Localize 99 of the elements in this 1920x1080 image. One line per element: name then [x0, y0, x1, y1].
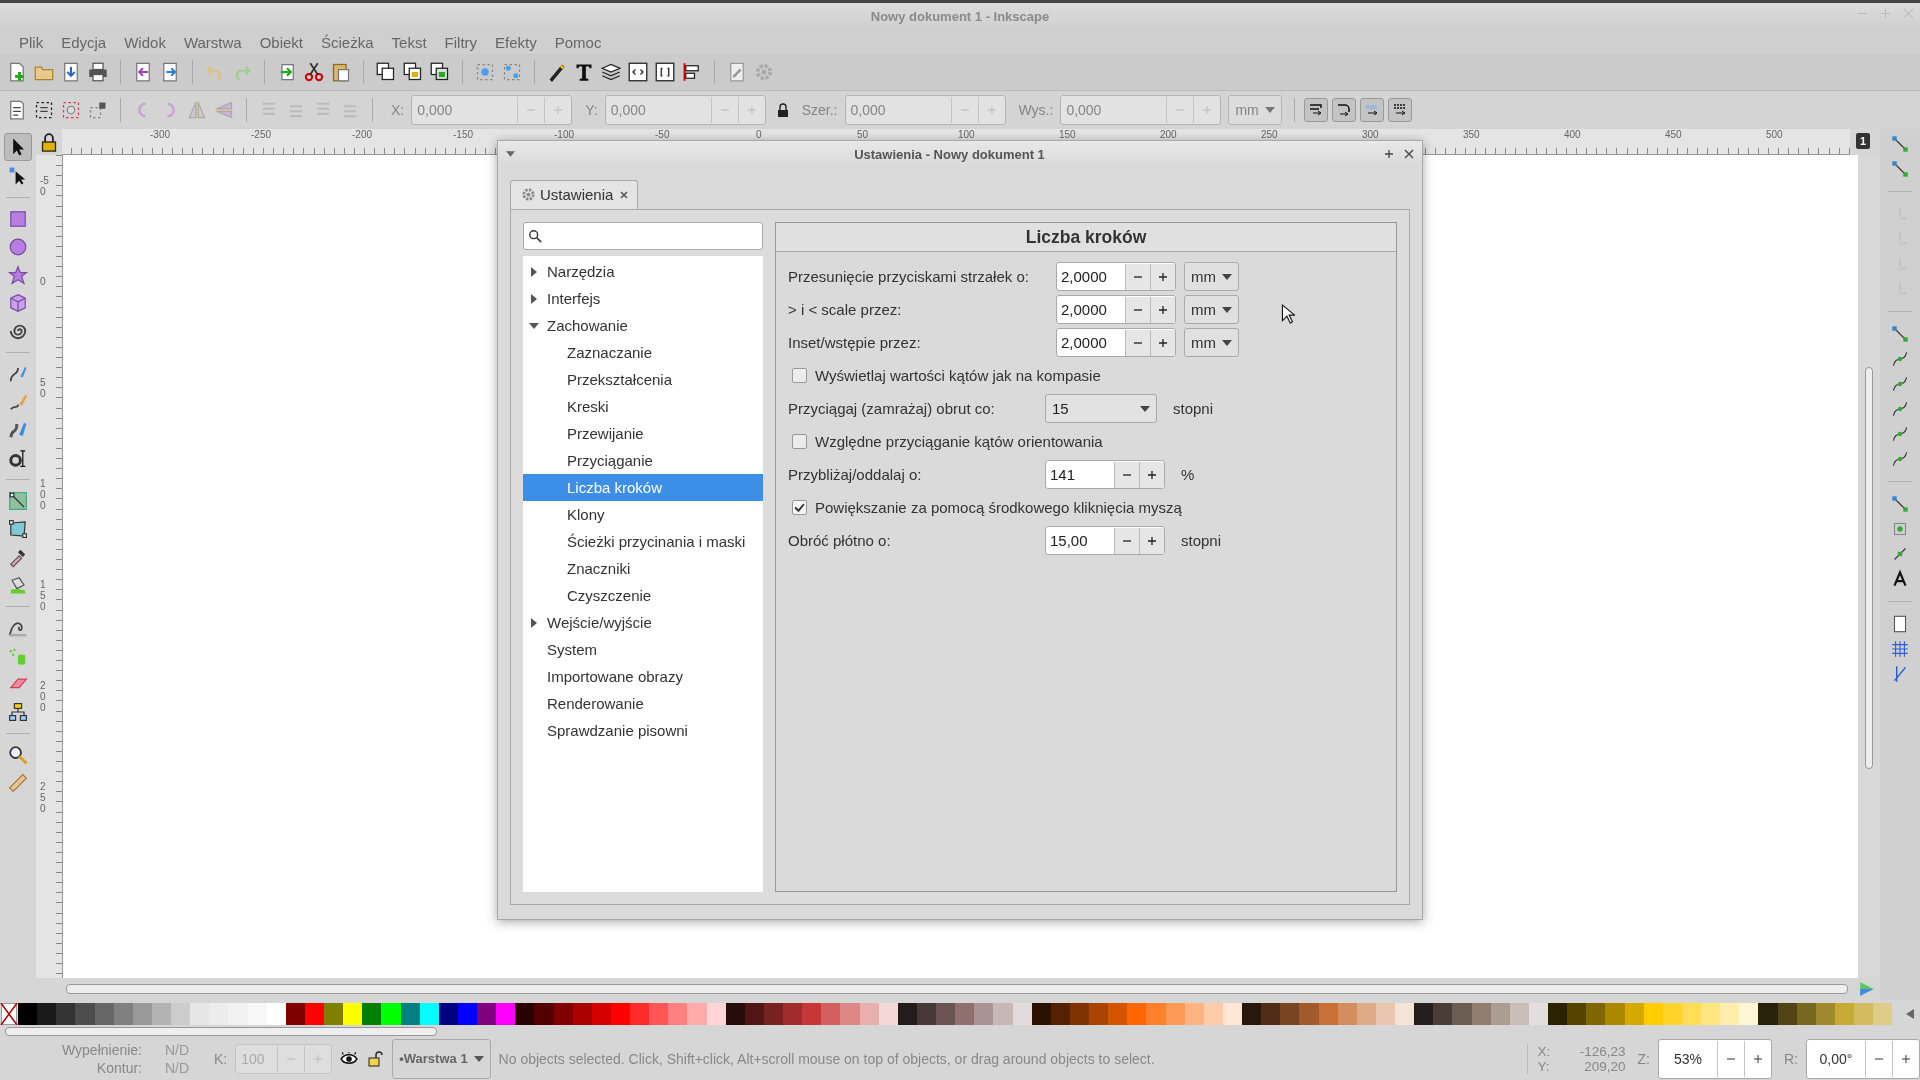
status-message: No objects selected. Click, Shift+click, Alt+scroll mouse on top of objects, or drag around objects to select. [498, 1050, 1156, 1067]
ruler-label: 100 [958, 129, 975, 140]
checkbox-label: Względne przyciąganie kątów orientowania [815, 433, 1103, 450]
y-coordinate: 209,20 [1583, 1058, 1626, 1074]
field-label: Wys.: [1018, 102, 1054, 118]
menu-item[interactable]: Widok [115, 33, 175, 51]
field-value: 2,0000 [1060, 301, 1108, 318]
field-value: 0,000 [609, 102, 647, 118]
page-number: 1 [1856, 133, 1870, 149]
tree-item[interactable]: Narzędzia [523, 258, 763, 285]
unit-dropdown[interactable]: mm [1184, 262, 1239, 291]
spin-field[interactable]: 141 [1045, 460, 1165, 489]
layer-dropdown[interactable]: •Warstwa 1 [392, 1038, 491, 1079]
ruler-label: 150 [1059, 129, 1076, 140]
unit-label: stopni [1173, 400, 1214, 417]
menu-item[interactable]: Edycja [52, 33, 116, 51]
field-value: 2,0000 [1060, 334, 1108, 351]
spin-field[interactable]: 2,0000 [1056, 262, 1176, 291]
menu-item[interactable]: Obiekt [250, 33, 313, 51]
ruler-label: -200 [352, 129, 372, 140]
field-value: 0,00° [1818, 1050, 1854, 1067]
tree-item[interactable]: Klony [523, 501, 763, 528]
field-value: 141 [1049, 466, 1077, 483]
setting-label: Przyciągaj (zamrażaj) obrut co: [788, 400, 996, 417]
tree-item[interactable]: System [523, 636, 763, 663]
fill-label: Wypełnienie: [60, 1041, 142, 1058]
tree-item[interactable]: Zachowanie [523, 312, 763, 339]
menu-item[interactable]: Pomoc [545, 33, 611, 51]
x-label: X: [1537, 1043, 1552, 1059]
field-label: Szer.: [801, 102, 838, 118]
ruler-label: -300 [150, 129, 170, 140]
spin-field[interactable]: 15,00 [1045, 526, 1165, 555]
field-value: 15,00 [1049, 532, 1089, 549]
ruler-label: -150 [453, 129, 473, 140]
opacity-label: K: [214, 1050, 228, 1067]
setting-label: Obróć płótno o: [788, 532, 892, 549]
angle-dropdown[interactable]: 15 [1045, 394, 1157, 423]
tree-item[interactable]: Zaznaczanie [523, 339, 763, 366]
menu-item[interactable]: Ścieżka [312, 33, 383, 51]
panel-heading: Liczba kroków [776, 223, 1396, 252]
tree-item[interactable]: Przyciąganie [523, 447, 763, 474]
setting-label: Inset/wstępie przez: [788, 334, 922, 351]
field-value: 2,0000 [1060, 268, 1108, 285]
tree-item[interactable]: Przekształcenia [523, 366, 763, 393]
unit-dropdown[interactable]: mm [1184, 295, 1239, 324]
setting-label: > i < scale przez: [788, 301, 903, 318]
menu-item[interactable]: Warstwa [174, 33, 251, 51]
tree-item[interactable]: Czyszczenie [523, 582, 763, 609]
tree-item[interactable]: Przewijanie [523, 420, 763, 447]
rotation-label: R: [1784, 1050, 1798, 1067]
fill-value: N/D [164, 1041, 191, 1058]
dialog-title: Ustawienia - Nowy dokument 1 [853, 146, 1046, 162]
ruler-label: -50 [40, 175, 50, 197]
field-label: Y: [585, 102, 598, 118]
y-label: Y: [1537, 1058, 1551, 1074]
stroke-label: Kontur: [95, 1059, 142, 1076]
field-value: 0,000 [416, 102, 454, 118]
ruler-label: 500 [1766, 129, 1783, 140]
menu-item[interactable]: Efekty [486, 33, 546, 51]
tree-item[interactable]: Kreski [523, 393, 763, 420]
dialog-tab[interactable]: Ustawienia [510, 180, 639, 209]
ruler-label: 0 [756, 129, 762, 140]
unit-dropdown[interactable]: mm [1184, 328, 1239, 357]
tree-item[interactable]: Interfejs [523, 285, 763, 312]
tree-item[interactable]: Ścieżki przycinania i maski [523, 528, 763, 555]
field-value: 0,000 [849, 102, 887, 118]
ruler-label: 200 [1160, 129, 1177, 140]
ruler-label: -50 [655, 129, 670, 140]
unit-label: % [1181, 466, 1195, 483]
checkbox-label: Wyświetlaj wartości kątów jak na kompasie [815, 367, 1101, 384]
window-title: Nowy dokument 1 - Inkscape [870, 9, 1050, 24]
spin-field[interactable]: 2,0000 [1056, 295, 1176, 324]
ruler-label: 300 [1362, 129, 1379, 140]
tree-item[interactable]: Wejście/wyjście [523, 609, 763, 636]
tree-item[interactable]: Sprawdzanie pisowni [523, 717, 763, 744]
ruler-label: -100 [554, 129, 574, 140]
menu-item[interactable]: Tekst [382, 33, 436, 51]
ruler-label: 350 [1463, 129, 1480, 140]
ruler-label: 50 [857, 129, 869, 140]
x-coordinate: -126,23 [1578, 1043, 1626, 1059]
ruler-label: 400 [1564, 129, 1581, 140]
ruler-label: -250 [251, 129, 271, 140]
checkbox-label: Powiększanie za pomocą środkowego kliknięcia myszą [815, 499, 1182, 516]
setting-label: Przesunięcie przyciskami strzałek o: [788, 268, 1030, 285]
menu-item[interactable]: Filtry [435, 33, 487, 51]
ruler-label: 450 [1665, 129, 1682, 140]
field-value: 53% [1673, 1050, 1703, 1067]
tree-item[interactable]: Importowane obrazy [523, 663, 763, 690]
field-value: 0,000 [1065, 102, 1103, 118]
setting-label: Przybliżaj/oddalaj o: [788, 466, 923, 483]
zoom-label: Z: [1637, 1050, 1650, 1067]
tree-item[interactable]: Znaczniki [523, 555, 763, 582]
ruler-label: 250 [1261, 129, 1278, 140]
stroke-value: N/D [164, 1059, 191, 1076]
tree-item[interactable]: Renderowanie [523, 690, 763, 717]
field-label: X: [391, 102, 405, 118]
menu-item[interactable]: Plik [10, 33, 53, 51]
spin-field[interactable]: 2,0000 [1056, 328, 1176, 357]
unit-label: stopni [1181, 532, 1222, 549]
